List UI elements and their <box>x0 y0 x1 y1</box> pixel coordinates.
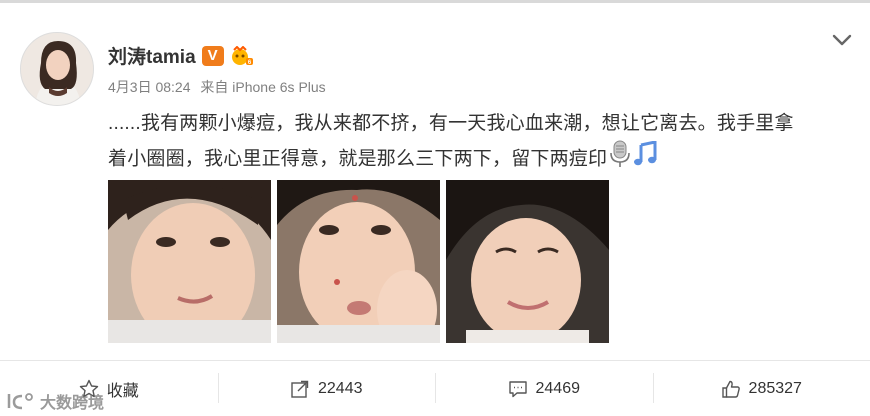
watermark-logo-icon <box>7 393 33 410</box>
like-count: 285327 <box>748 379 802 397</box>
comment-count: 24469 <box>535 379 581 397</box>
watermark: 大数跨境 <box>6 389 104 413</box>
post-photo-1[interactable] <box>108 180 271 343</box>
comment-icon <box>508 380 527 397</box>
avatar[interactable] <box>20 32 94 106</box>
share-icon <box>291 380 309 398</box>
thumbs-up-icon <box>721 380 740 398</box>
post-date[interactable]: 4月3日 08:24 <box>108 79 191 95</box>
microphone-icon <box>609 140 631 179</box>
post-text: ......我有两颗小爆痘，我从来都不挤，有一天我心血来潮，想让它离去。我手里拿… <box>108 108 858 179</box>
chevron-down-icon[interactable] <box>831 32 853 48</box>
repost-button[interactable]: 22443 <box>217 361 436 416</box>
post-photo-3[interactable] <box>446 180 609 343</box>
post-source: 来自 iPhone 6s Plus <box>200 79 326 95</box>
verified-badge: V <box>201 45 224 66</box>
music-note-icon <box>633 140 657 178</box>
post-text-line-2-text: 着小圈圈，我心里正得意，就是那么三下两下，留下两痘印 <box>108 148 608 170</box>
post-text-line-2: 着小圈圈，我心里正得意，就是那么三下两下，留下两痘印 <box>108 140 858 179</box>
post-photo-2[interactable] <box>277 180 440 343</box>
like-button[interactable]: 285327 <box>652 361 870 416</box>
favorite-label: 收藏 <box>106 382 139 400</box>
repost-count: 22443 <box>318 379 363 397</box>
action-bar: 收藏 22443 24469 285327 <box>0 361 870 416</box>
post-text-line-1: ......我有两颗小爆痘，我从来都不挤，有一天我心血来潮，想让它离去。我手里拿 <box>108 113 794 134</box>
comment-button[interactable]: 24469 <box>435 361 653 416</box>
post-author[interactable]: 刘涛tamia V 6 <box>108 42 254 69</box>
post-meta: 4月3日 08:24 来自 iPhone 6s Plus <box>108 77 332 97</box>
top-divider <box>0 0 870 3</box>
watermark-text: 大数跨境 <box>40 395 105 412</box>
author-name[interactable]: 刘涛tamia <box>108 42 196 69</box>
member-crown-icon: 6 <box>230 45 254 66</box>
